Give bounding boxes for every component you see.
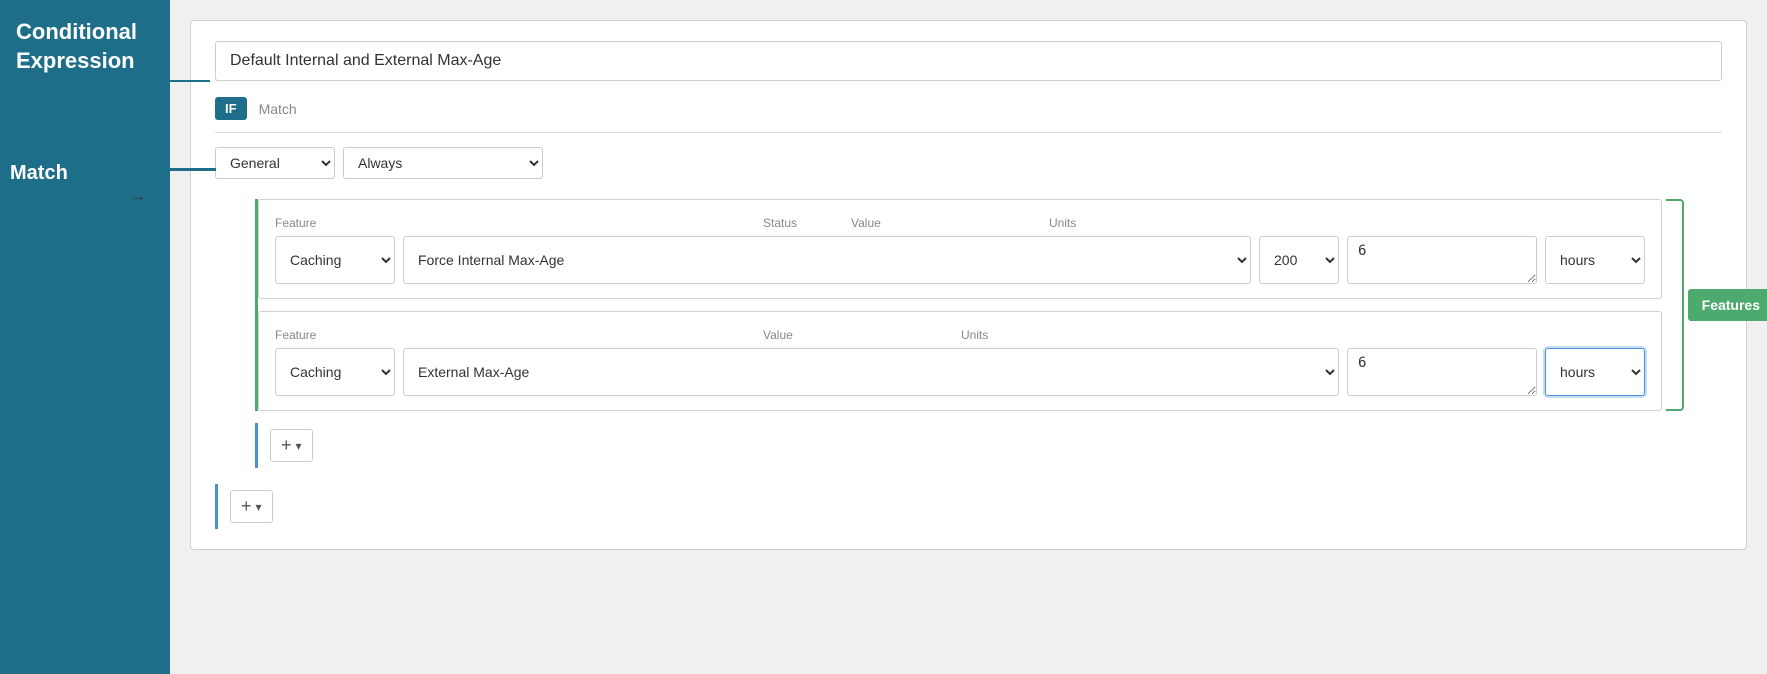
feature1-status-select[interactable]: 200 [1259,236,1339,284]
feature1-value-textarea[interactable] [1347,236,1537,284]
match-label: Match [10,162,68,185]
rule-card: IF Match General Always [190,20,1747,550]
sidebar: Conditional Expression Match → [0,0,170,674]
feature1-label-status: Status [763,214,843,230]
match-arrow: → [130,188,146,206]
feature1-name-select[interactable]: Force Internal Max-Age [403,236,1251,284]
sidebar-title: Conditional Expression [0,0,170,87]
feature2-label-value: Value [763,326,953,342]
feature2-inputs-row: Caching External Max-Age hours minutes s… [275,348,1645,396]
green-bracket-right [1666,199,1684,411]
feature1-label-feature: Feature [275,214,755,230]
feature2-label-feature: Feature [275,326,755,342]
rule-title-input[interactable] [215,41,1722,81]
features-bracket-container: Feature Status Value Units [255,199,1662,411]
features-section: Feature Status Value Units [255,199,1722,468]
rule-title-bar [215,41,1722,81]
feature2-value-textarea[interactable] [1347,348,1537,396]
feature2-category-select[interactable]: Caching [275,348,395,396]
feature2-labels-row: Feature Value Units [275,326,1645,342]
feature-block-2: Feature Value Units Cac [258,311,1662,411]
match-category-select[interactable]: General [215,147,335,179]
add-main-row: + ▾ [215,484,1722,529]
feature1-labels-row: Feature Status Value Units [275,214,1645,230]
add-feature-row: + ▾ [255,423,1662,468]
if-badge: IF [215,97,247,120]
feature2-label-units: Units [961,326,1061,342]
feature-block-1: Feature Status Value Units [258,199,1662,299]
feature1-units-select[interactable]: hours minutes seconds days [1545,236,1645,284]
feature1-label-value: Value [851,214,1041,230]
feature1-inputs-row: Caching Force Internal Max-Age 200 hours [275,236,1645,284]
match-condition-select[interactable]: Always [343,147,543,179]
main-content: IF Match General Always [170,0,1767,674]
feature1-category-select[interactable]: Caching [275,236,395,284]
features-tab: Features [1688,289,1767,321]
add-feature-button[interactable]: + ▾ [270,429,313,462]
feature1-label-units: Units [1049,214,1149,230]
match-text: Match [259,101,297,117]
if-divider [215,132,1722,133]
match-selects-row: General Always [215,147,1722,179]
if-match-row: IF Match [215,97,1722,120]
feature2-units-select[interactable]: hours minutes seconds days [1545,348,1645,396]
feature2-name-select[interactable]: External Max-Age [403,348,1339,396]
add-main-button[interactable]: + ▾ [230,490,273,523]
